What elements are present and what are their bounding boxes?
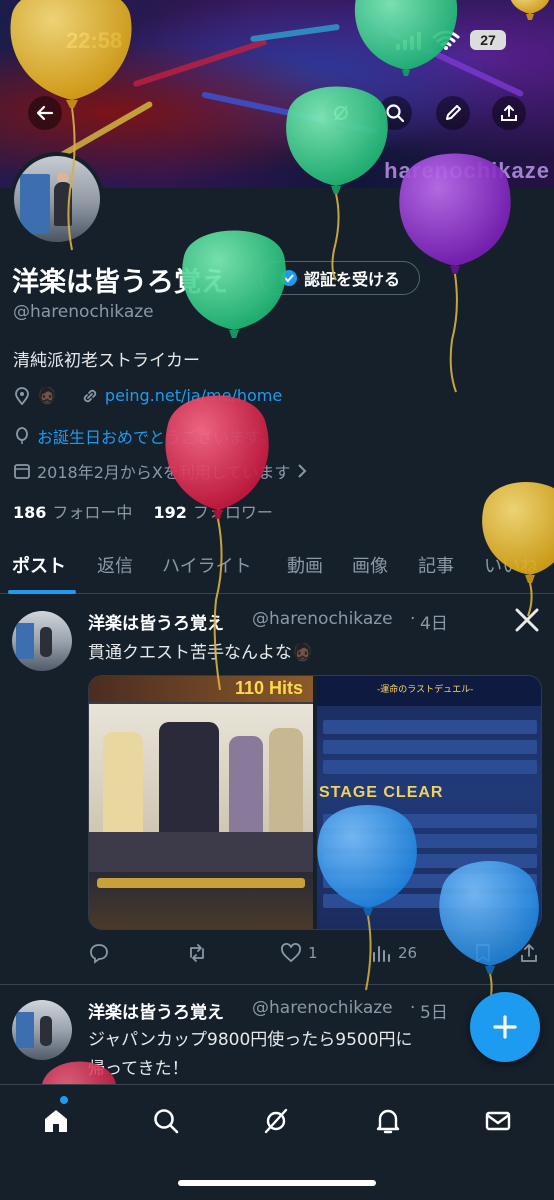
share-button[interactable] (492, 96, 526, 130)
home-icon (45, 1110, 67, 1132)
search-icon (386, 104, 405, 123)
grok-icon (264, 1108, 288, 1134)
media-hits-label: 110 Hits (234, 678, 303, 698)
tweet-separator: · (410, 998, 416, 1018)
profile-avatar[interactable] (10, 152, 104, 246)
verified-badge-icon (280, 270, 297, 286)
share-icon (521, 944, 537, 962)
heart-icon (281, 943, 301, 963)
tab-images[interactable]: 画像 (352, 552, 388, 578)
birthday-message: お誕生日おめでとうございます。 (37, 428, 276, 447)
followers-link[interactable]: 192 フォロワー (154, 503, 273, 522)
tweet-text-line-2: 帰ってきた！ (88, 1059, 189, 1079)
media-stage-clear: STAGE CLEAR (319, 784, 444, 801)
get-verified-button[interactable]: 認証を受ける (260, 261, 420, 295)
tweet-actions: 1 26 (88, 940, 542, 968)
grok-button[interactable] (324, 96, 358, 130)
bookmark-button[interactable] (472, 942, 494, 964)
following-link[interactable]: 186 フォロー中 (13, 503, 132, 522)
views-chart-icon (373, 946, 390, 962)
like-count: 1 (308, 944, 318, 962)
tweet-share-button[interactable] (518, 942, 540, 964)
arrow-left-icon (36, 105, 54, 121)
profile-tabs: ポスト 返信 ハイライト 動画 画像 記事 いいね (0, 540, 554, 594)
tweet-avatar[interactable] (12, 1000, 72, 1060)
tweet-text-line-1: ジャパンカップ9800円使ったら9500円に (88, 1030, 413, 1050)
view-count: 26 (398, 944, 418, 962)
active-tab-indicator (8, 590, 76, 594)
tweet-media-grid[interactable]: 110 Hits -運命のラストデュエル- STAGE CLEAR (88, 675, 542, 930)
tweet-text: 貫通クエスト苦手なんよな🧔🏿 (88, 643, 314, 663)
tweet-divider (0, 984, 554, 985)
like-button[interactable]: 1 (280, 942, 318, 964)
battery-indicator: 27 (470, 30, 506, 50)
tab-likes[interactable]: いいね (484, 552, 538, 578)
location-value: 🧔🏿 (37, 386, 57, 405)
link-icon (83, 389, 97, 402)
reply-button[interactable] (88, 942, 110, 964)
tweet-author-name[interactable]: 洋楽は皆うろ覚え (88, 609, 224, 634)
profile-meta-birthday: お誕生日おめでとうございます。 (13, 424, 275, 448)
tweet-author-name[interactable]: 洋楽は皆うろ覚え (88, 998, 224, 1023)
x-logo-icon[interactable] (514, 608, 540, 632)
tweet-avatar[interactable] (12, 611, 72, 671)
follow-stats: 186 フォロー中 192 フォロワー (13, 499, 273, 523)
nav-grok[interactable] (256, 1101, 296, 1141)
tab-highlights[interactable]: ハイライト (162, 552, 252, 578)
nav-home[interactable] (36, 1101, 76, 1141)
balloon-icon (16, 427, 28, 444)
profile-meta-joined[interactable]: 2018年2月からXを利用しています (13, 459, 308, 483)
tab-videos[interactable]: 動画 (287, 552, 323, 578)
joined-date: 2018年2月からXを利用しています (37, 463, 291, 482)
plus-icon (493, 1015, 517, 1039)
views-button[interactable]: 26 (370, 942, 417, 964)
grok-icon (334, 105, 348, 121)
status-time: 22:58 (66, 28, 123, 53)
tweet-author-handle: @harenochikaze (252, 998, 393, 1018)
chevron-right-icon (298, 464, 307, 478)
profile-meta-location-link: 🧔🏿 peing.net/ja/me/home (13, 386, 282, 405)
search-button[interactable] (378, 96, 412, 130)
profile-bio: 清純派初老ストライカー (13, 351, 200, 371)
home-unread-dot (60, 1096, 68, 1104)
tweet-media-image-1[interactable]: 110 Hits (89, 676, 313, 929)
media-game-title: -運命のラストデュエル- (377, 685, 474, 695)
profile-handle: @harenochikaze (13, 302, 154, 322)
profile-link[interactable]: peing.net/ja/me/home (105, 386, 282, 405)
get-verified-label: 認証を受ける (303, 270, 400, 289)
bell-icon (376, 1109, 400, 1134)
tweet-timestamp: 4日 (420, 614, 448, 634)
wifi-icon (432, 30, 460, 50)
repost-button[interactable] (186, 942, 208, 964)
repost-icon (190, 944, 204, 962)
envelope-icon (485, 1111, 511, 1131)
banner-watermark: harenochikaze (384, 158, 550, 183)
nav-search[interactable] (146, 1101, 186, 1141)
location-pin-icon (15, 386, 29, 405)
tab-articles[interactable]: 記事 (418, 552, 454, 578)
edit-button[interactable] (436, 96, 470, 130)
nav-notifications[interactable] (368, 1101, 408, 1141)
share-icon (501, 105, 517, 121)
status-bar: 22:58 27 (0, 26, 554, 56)
profile-display-name: 洋楽は皆うろ覚え (12, 267, 228, 298)
tweet-timestamp: 5日 (420, 1003, 448, 1023)
nav-messages[interactable] (478, 1101, 518, 1141)
back-button[interactable] (28, 96, 62, 130)
tweet-separator: · (410, 609, 416, 629)
tweet-author-handle: @harenochikaze (252, 609, 393, 629)
search-icon (154, 1109, 179, 1134)
reply-icon (90, 944, 108, 964)
tweet-media-image-2[interactable]: -運命のラストデュエル- STAGE CLEAR (317, 676, 541, 929)
calendar-icon (14, 464, 30, 479)
pencil-icon (446, 105, 461, 120)
cellular-signal-icon (396, 32, 421, 50)
home-indicator (178, 1180, 376, 1186)
bookmark-icon (476, 944, 490, 962)
tab-replies[interactable]: 返信 (97, 552, 133, 578)
compose-post-button[interactable] (470, 992, 540, 1062)
tab-posts[interactable]: ポスト (12, 552, 66, 578)
